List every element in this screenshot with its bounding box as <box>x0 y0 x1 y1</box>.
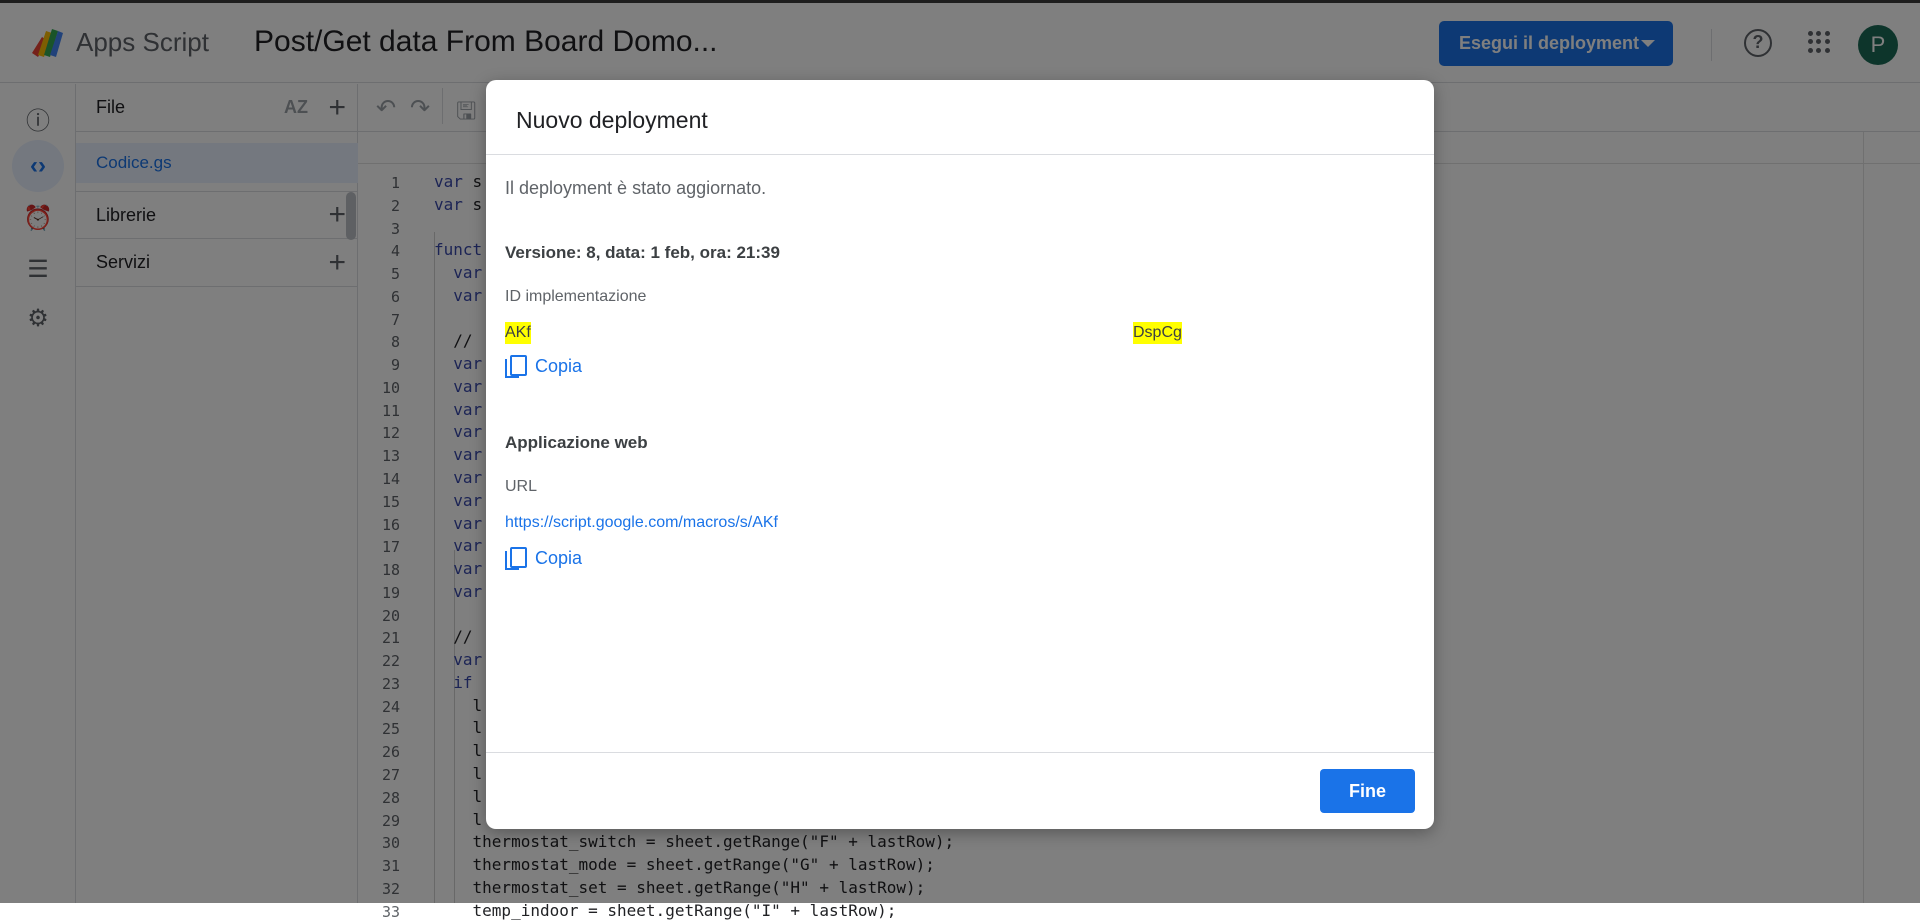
webapp-section-title: Applicazione web <box>505 433 648 452</box>
dialog-title: Nuovo deployment <box>516 107 708 133</box>
copy-id-label: Copia <box>535 355 583 376</box>
line-number: 33 <box>381 902 400 921</box>
webapp-url-link[interactable]: https://script.google.com/macros/s/AKf <box>505 514 778 532</box>
dialog-header-divider <box>486 154 1434 155</box>
code-text: temp_indoor = sheet.getRange("I" + lastR… <box>434 900 897 920</box>
deployment-id-start[interactable]: AKf <box>505 322 531 344</box>
code-line: temp_indoor = sheet.getRange("I" + lastR… <box>434 900 897 920</box>
copy-url-button[interactable]: Copia <box>505 547 583 570</box>
url-label: URL <box>505 478 538 495</box>
copy-icon <box>505 355 527 378</box>
deployment-id-label: ID implementazione <box>505 288 647 305</box>
copy-id-button[interactable]: Copia <box>505 355 583 378</box>
dialog-footer-divider <box>486 752 1434 753</box>
deployment-updated-message: Il deployment è stato aggiornato. <box>505 178 767 198</box>
done-button[interactable]: Fine <box>1320 769 1415 813</box>
copy-icon <box>505 547 527 570</box>
deployment-id-end[interactable]: DspCg <box>1133 322 1182 344</box>
new-deployment-dialog: Nuovo deployment Il deployment è stato a… <box>486 80 1434 829</box>
copy-url-label: Copia <box>535 547 583 568</box>
version-info: Versione: 8, data: 1 feb, ora: 21:39 <box>505 243 780 262</box>
